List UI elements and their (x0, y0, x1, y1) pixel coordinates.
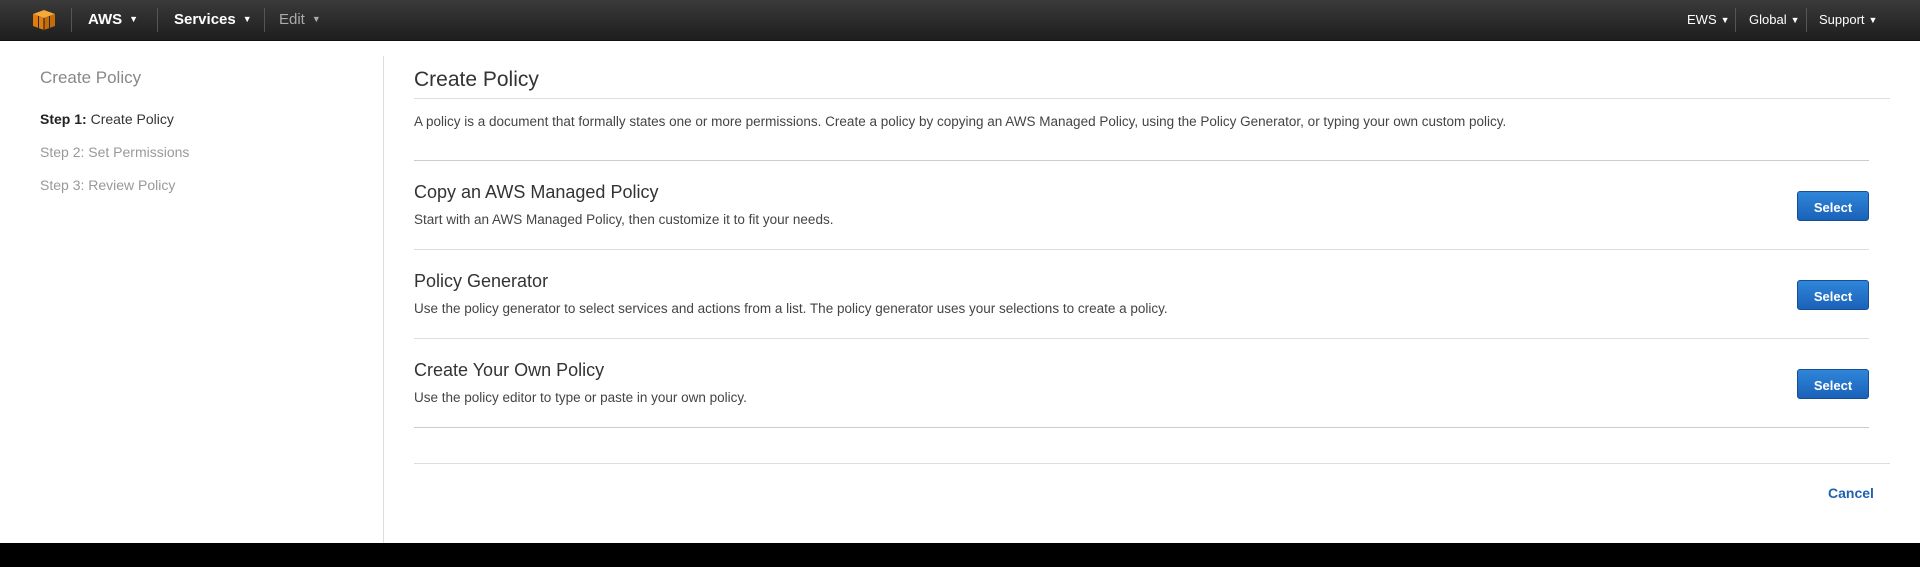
caret-down-icon: ▼ (1720, 14, 1730, 25)
nav-divider (1806, 8, 1807, 32)
select-policy-generator-button[interactable]: Select (1797, 280, 1869, 310)
wizard-step-1: Step 1: Create Policy (40, 111, 174, 127)
wizard-step-2: Step 2: Set Permissions (40, 144, 190, 160)
caret-down-icon: ▼ (311, 14, 321, 25)
edit-menu-label: Edit (279, 11, 305, 28)
option-policy-generator-desc: Use the policy generator to select servi… (414, 301, 1168, 316)
support-menu[interactable]: Support ▼ (1819, 0, 1877, 40)
support-menu-label: Support (1819, 12, 1865, 27)
caret-down-icon: ▼ (1790, 14, 1800, 25)
sidebar-divider (383, 56, 384, 543)
step-1-label: Create Policy (90, 111, 174, 127)
nav-divider (157, 8, 158, 32)
section-divider (414, 160, 1869, 161)
nav-divider (1735, 8, 1736, 32)
aws-menu-label: AWS (88, 11, 123, 28)
option-divider (414, 427, 1869, 428)
option-policy-generator-title: Policy Generator (414, 271, 549, 291)
footer-divider (414, 463, 1890, 464)
region-menu[interactable]: Global ▼ (1749, 0, 1800, 40)
edit-menu[interactable]: Edit ▼ (279, 0, 321, 40)
select-copy-managed-button[interactable]: Select (1797, 191, 1869, 221)
top-nav-bar: AWS ▼ Services ▼ Edit ▼ EWS ▼ Global ▼ Suppor… (0, 0, 1920, 41)
caret-down-icon: ▼ (129, 14, 139, 25)
option-create-own-title: Create Your Own Policy (414, 360, 605, 380)
aws-menu[interactable]: AWS ▼ (88, 0, 138, 40)
cancel-link[interactable]: Cancel (1828, 485, 1874, 501)
account-menu[interactable]: EWS ▼ (1687, 0, 1730, 40)
option-divider (414, 249, 1869, 250)
select-create-own-button[interactable]: Select (1797, 369, 1869, 399)
nav-divider (71, 8, 72, 32)
step-1-prefix: Step 1: (40, 111, 87, 127)
bottom-bar (0, 543, 1920, 567)
services-menu-label: Services (174, 11, 236, 28)
option-copy-managed-title: Copy an AWS Managed Policy (414, 182, 659, 202)
option-copy-managed-desc: Start with an AWS Managed Policy, then c… (414, 212, 834, 227)
caret-down-icon: ▼ (1868, 14, 1878, 25)
caret-down-icon: ▼ (242, 14, 252, 25)
wizard-step-3: Step 3: Review Policy (40, 177, 176, 193)
page-title: Create Policy (414, 68, 539, 91)
region-menu-label: Global (1749, 12, 1787, 27)
intro-text: A policy is a document that formally sta… (414, 114, 1507, 129)
services-menu[interactable]: Services ▼ (174, 0, 252, 40)
option-create-own-desc: Use the policy editor to type or paste i… (414, 390, 747, 405)
account-menu-label: EWS (1687, 12, 1717, 27)
title-divider (414, 98, 1890, 99)
sidebar-title: Create Policy (40, 68, 142, 87)
aws-cube-icon[interactable] (32, 9, 56, 31)
nav-divider (264, 8, 265, 32)
option-divider (414, 338, 1869, 339)
